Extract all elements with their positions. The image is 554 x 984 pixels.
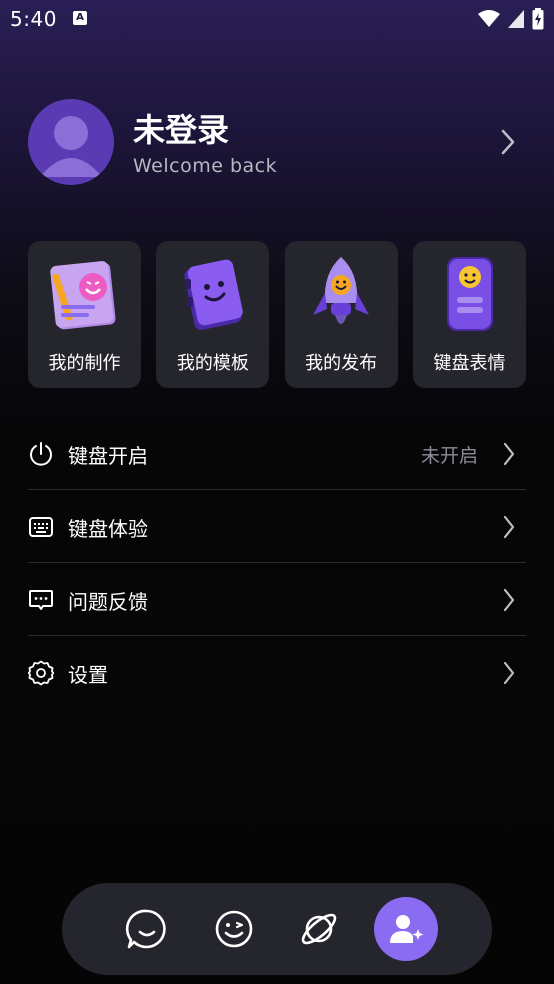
nav-tab-chat[interactable] (115, 897, 179, 961)
battery-icon (532, 8, 544, 30)
default-avatar-icon (40, 116, 102, 177)
profile-header[interactable]: 未登录 Welcome back (28, 99, 526, 185)
menu-item-label: 键盘开启 (68, 444, 148, 468)
profile-subtitle: Welcome back (133, 155, 278, 177)
chevron-right-icon (503, 442, 515, 466)
menu-item-keyboard-enable[interactable]: 键盘开启 未开启 (28, 417, 526, 490)
chevron-right-icon (503, 588, 515, 612)
rocket-icon (313, 257, 370, 324)
card-label: 我的制作 (48, 353, 121, 374)
keyboard-status-value: 未开启 (420, 445, 478, 467)
status-bar: 5:40 A (0, 0, 554, 38)
card-label: 我的模板 (176, 353, 249, 374)
card-label: 键盘表情 (433, 353, 506, 374)
menu-item-label: 设置 (68, 663, 108, 687)
chevron-right-icon (503, 661, 515, 685)
profile-name: 未登录 (133, 111, 230, 149)
settings-menu: 键盘开启 未开启 键盘体验 问题反馈 设置 (28, 417, 526, 709)
menu-item-label: 键盘体验 (68, 517, 148, 541)
card-my-templates[interactable]: 我的模板 (156, 241, 270, 388)
notification-icon: A (73, 11, 87, 25)
gear-icon (28, 660, 54, 686)
chevron-right-icon (503, 515, 515, 539)
chevron-right-icon[interactable] (500, 129, 516, 155)
menu-item-label: 问题反馈 (68, 590, 148, 614)
notebook-emoji-icon (49, 261, 115, 330)
keyboard-icon (29, 517, 53, 537)
card-my-publications[interactable]: 我的发布 (284, 241, 398, 388)
phone-emoji-icon (447, 257, 494, 331)
chat-smile-icon (125, 909, 166, 949)
quick-actions: 我的制作 我的模板 我的发布 键盘表情 (28, 241, 526, 388)
menu-item-keyboard-trial[interactable]: 键盘体验 (28, 490, 526, 563)
avatar[interactable] (28, 99, 114, 185)
menu-item-settings[interactable]: 设置 (28, 636, 526, 709)
bottom-nav (62, 883, 492, 975)
user-add-icon (390, 915, 424, 943)
wink-face-icon (215, 910, 253, 948)
signal-icon (508, 10, 524, 28)
status-time: 5:40 (10, 7, 57, 31)
menu-item-feedback[interactable]: 问题反馈 (28, 563, 526, 636)
power-icon (30, 442, 52, 466)
nav-tab-emoji[interactable] (202, 897, 266, 961)
feedback-icon (29, 590, 53, 610)
card-keyboard-emoji[interactable]: 键盘表情 (412, 241, 526, 388)
status-indicators (478, 8, 544, 30)
card-my-creations[interactable]: 我的制作 (28, 241, 141, 388)
card-label: 我的发布 (305, 353, 378, 374)
book-smile-icon (184, 259, 243, 331)
nav-tab-profile[interactable] (374, 897, 438, 961)
wifi-icon (478, 10, 500, 27)
planet-icon (301, 913, 337, 945)
nav-tab-discover[interactable] (287, 897, 351, 961)
